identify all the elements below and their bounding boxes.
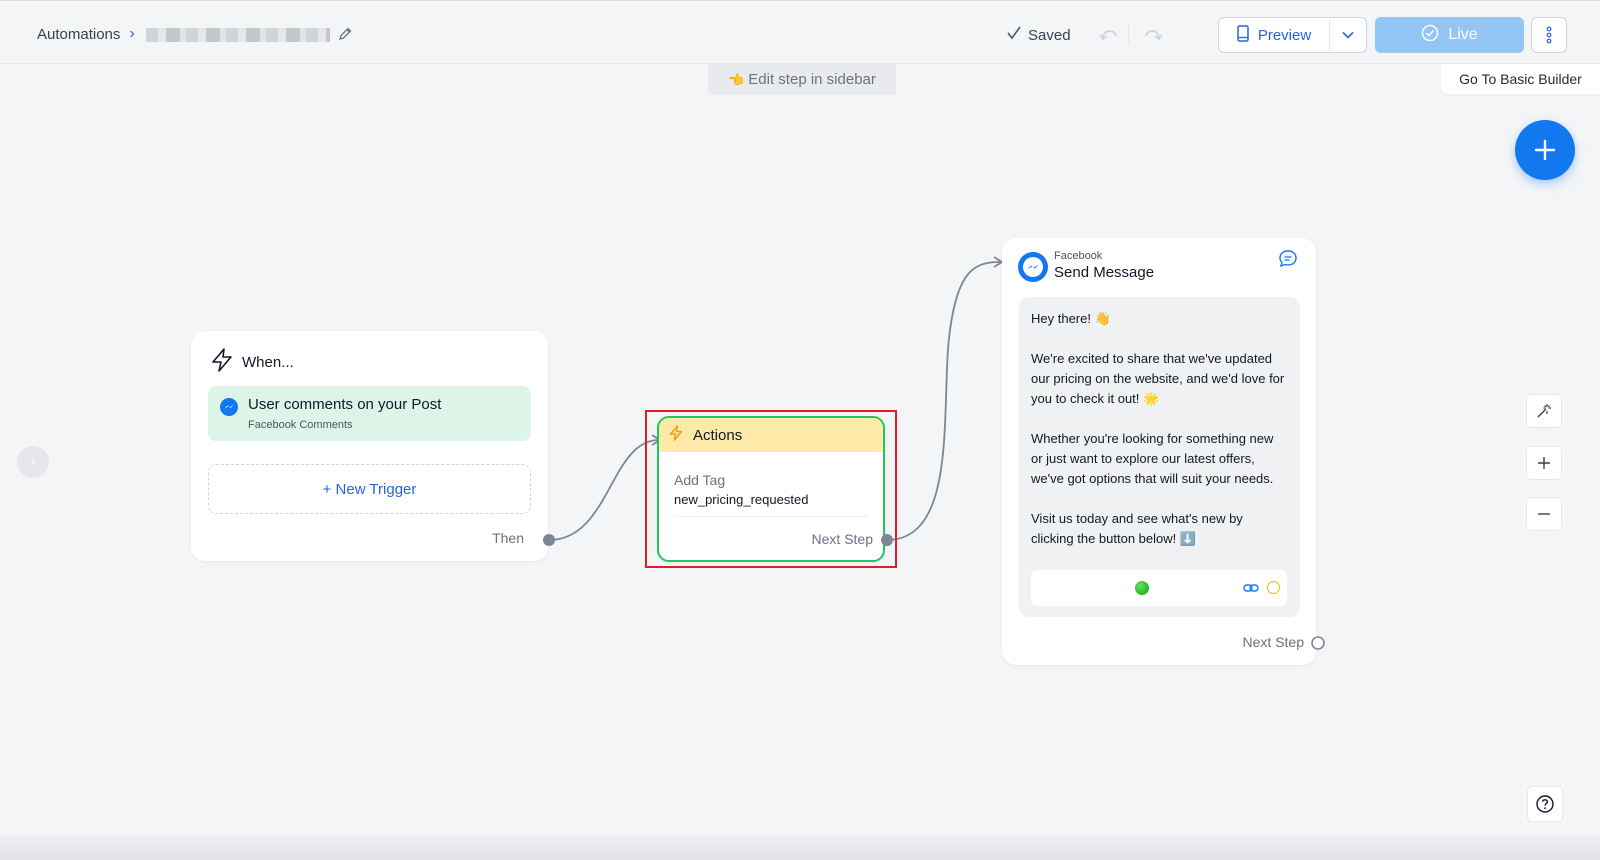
breadcrumb-automations-link[interactable]: Automations [37,26,120,43]
more-options-button[interactable] [1531,17,1567,53]
add-step-button[interactable] [1515,120,1575,180]
message-button-row[interactable] [1031,570,1287,606]
question-circle-icon [1536,795,1554,813]
message-card-title: Send Message [1054,264,1155,281]
chat-bubble-icon [1278,249,1298,274]
pointing-hand-icon: 👈 [728,71,745,87]
message-paragraph: Visit us today and see what's new by cli… [1031,511,1243,546]
trigger-card-header: When... [211,348,294,376]
saved-label: Saved [1028,26,1071,44]
live-button[interactable]: Live [1375,17,1524,53]
basic-builder-label: Go To Basic Builder [1459,71,1582,87]
trigger-item-title: User comments on your Post [248,396,442,413]
zoom-out-button[interactable] [1526,497,1562,531]
pencil-icon[interactable] [337,26,353,47]
chevron-right-icon: › [30,453,36,470]
messenger-icon [220,398,238,421]
help-button[interactable] [1527,786,1563,822]
plus-icon [1538,457,1550,469]
sidebar-expand-toggle[interactable]: › [17,446,49,478]
chevron-right-icon: › [129,25,135,42]
preview-label: Preview [1257,26,1312,44]
next-step-label: Next Step [1242,634,1304,650]
message-paragraph: We're excited to share that we've update… [1031,351,1285,406]
trigger-item-subtitle: Facebook Comments [248,419,353,431]
ring-icon [1267,581,1280,594]
automation-name-redacted [146,28,330,42]
send-message-card[interactable]: Facebook Send Message Hey there! 👋 We're… [1002,238,1316,665]
message-paragraph: Whether you're looking for something new… [1031,431,1274,486]
then-label: Then [492,530,524,546]
toolbar-divider [1128,23,1129,45]
preview-button[interactable]: Preview [1219,18,1330,52]
trigger-item[interactable]: User comments on your Post Facebook Comm… [208,386,531,441]
save-status: Saved [1006,26,1071,44]
chevron-down-icon [1342,31,1354,39]
check-circle-icon [1421,24,1439,47]
live-label: Live [1448,26,1478,43]
messenger-icon [1018,252,1048,287]
link-icon [1243,581,1259,599]
plus-icon [1534,139,1556,161]
check-icon [1006,26,1022,44]
selection-highlight [645,410,897,568]
bottom-edge [0,836,1600,860]
status-dot-icon [1135,581,1149,595]
auto-arrange-button[interactable] [1526,394,1562,428]
breadcrumb: Automations › [37,25,143,43]
message-paragraph: Hey there! 👋 [1031,311,1111,326]
new-trigger-button[interactable]: + New Trigger [208,464,531,514]
preview-options-dropdown[interactable] [1330,18,1366,52]
preview-button-group: Preview [1218,17,1367,53]
mobile-icon [1237,24,1249,46]
edit-hint-label: Edit step in sidebar [748,71,876,88]
edit-step-hint: 👈 Edit step in sidebar [708,64,896,95]
kebab-icon [1546,26,1552,44]
undo-icon[interactable] [1098,24,1120,47]
message-platform: Facebook [1054,250,1103,262]
lightning-icon [211,348,233,376]
message-bubble[interactable]: Hey there! 👋 We're excited to share that… [1019,297,1300,617]
go-to-basic-builder-button[interactable]: Go To Basic Builder [1441,64,1600,94]
trigger-card[interactable]: When... User comments on your Post Faceb… [191,331,548,561]
magic-wand-icon [1537,404,1551,418]
redo-icon[interactable] [1142,24,1164,47]
minus-icon [1538,513,1550,515]
top-bar: Automations › Saved Preview Live [0,0,1600,64]
trigger-card-title: When... [242,353,294,371]
zoom-in-button[interactable] [1526,446,1562,480]
